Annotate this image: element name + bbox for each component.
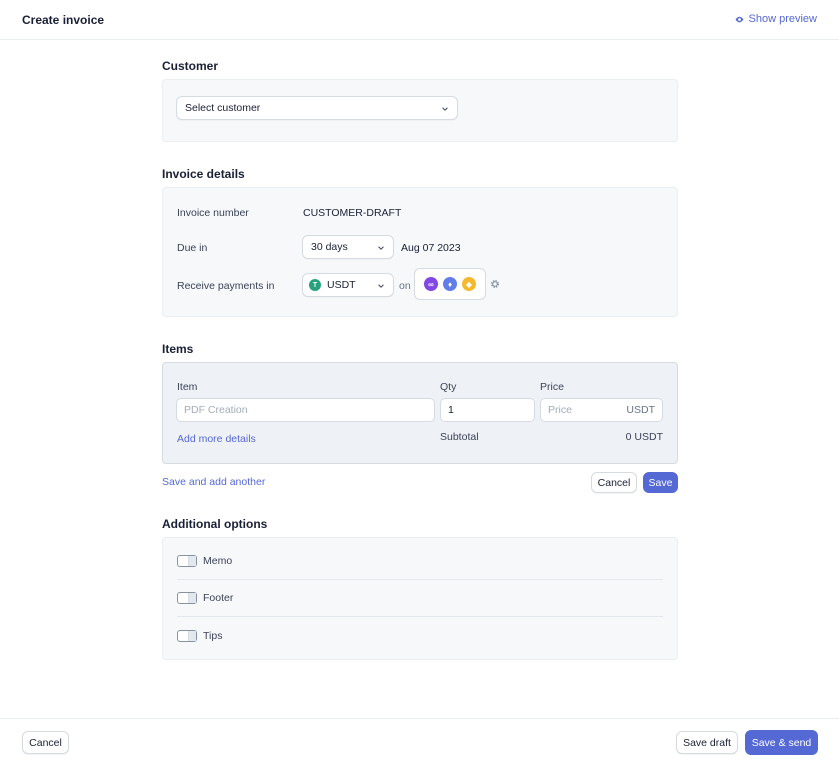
save-and-add-another-link[interactable]: Save and add another (162, 476, 265, 488)
tips-toggle[interactable] (177, 629, 197, 642)
memo-label: Memo (203, 555, 233, 567)
subtotal-label: Subtotal (440, 431, 479, 443)
item-name-input[interactable]: PDF Creation (176, 398, 435, 422)
invoice-number-value: CUSTOMER-DRAFT (303, 207, 402, 219)
memo-toggle[interactable] (177, 555, 197, 567)
tips-label: Tips (203, 629, 223, 642)
customer-select-label: Select customer (185, 102, 261, 114)
show-preview-label: Show preview (748, 13, 817, 25)
price-currency-suffix: USDT (626, 404, 655, 416)
qty-column-header: Qty (440, 381, 457, 393)
bnb-icon: ◆ (462, 277, 476, 291)
top-bar: Create invoice Show preview (0, 0, 839, 40)
eye-icon (735, 16, 743, 22)
ethereum-icon: ♦ (443, 277, 457, 291)
show-preview-link[interactable]: Show preview (735, 13, 817, 25)
receive-payments-label: Receive payments in (177, 280, 275, 292)
chevron-down-icon (378, 246, 384, 250)
price-column-header: Price (540, 381, 564, 393)
customer-section-title: Customer (162, 59, 219, 73)
customer-select[interactable]: Select customer (176, 96, 458, 120)
footer-label: Footer (203, 592, 234, 604)
price-placeholder: Price (548, 404, 572, 416)
qty-input[interactable]: 1 (440, 398, 535, 422)
tether-icon: T (309, 279, 321, 291)
on-label: on (399, 280, 411, 292)
due-in-label: Due in (177, 242, 208, 254)
subtotal-value: 0 USDT (625, 431, 663, 443)
items-section-title: Items (162, 342, 194, 356)
due-date: Aug 07 2023 (401, 242, 461, 254)
invoice-details-panel: Invoice number CUSTOMER-DRAFT Due in 30 … (162, 187, 678, 317)
price-input[interactable]: Price USDT (540, 398, 663, 422)
tips-option: Tips (177, 617, 663, 654)
save-and-send-button[interactable]: Save & send (745, 730, 818, 755)
footer-option: Footer (177, 580, 663, 617)
item-save-button[interactable]: Save (643, 472, 678, 493)
footer-bar: Cancel Save draft Save & send (0, 718, 839, 763)
chevron-down-icon (442, 107, 448, 111)
qty-value: 1 (448, 404, 454, 416)
currency-value: USDT (327, 279, 356, 291)
additional-options-panel: Memo Footer Tips (162, 537, 678, 660)
item-column-header: Item (177, 381, 198, 393)
item-name-placeholder: PDF Creation (184, 404, 248, 416)
page-title: Create invoice (22, 13, 105, 27)
due-in-select[interactable]: 30 days (302, 235, 394, 259)
cancel-button[interactable]: Cancel (22, 731, 69, 754)
gear-icon[interactable] (490, 279, 500, 289)
item-cancel-button[interactable]: Cancel (591, 472, 637, 493)
network-selector[interactable]: ∞ ♦ ◆ (414, 268, 486, 300)
invoice-number-label: Invoice number (177, 207, 249, 219)
memo-option: Memo (177, 543, 663, 580)
add-more-details-link[interactable]: Add more details (177, 433, 256, 445)
polygon-icon: ∞ (424, 277, 438, 291)
footer-toggle[interactable] (177, 592, 197, 604)
due-in-value: 30 days (311, 241, 348, 253)
items-panel: Item Qty Price PDF Creation 1 Price USDT… (162, 362, 678, 464)
currency-select[interactable]: T USDT (302, 273, 394, 297)
customer-panel: Select customer (162, 79, 678, 142)
chevron-down-icon (378, 284, 384, 288)
save-draft-button[interactable]: Save draft (676, 731, 738, 754)
additional-options-section-title: Additional options (162, 517, 268, 531)
invoice-details-section-title: Invoice details (162, 167, 245, 181)
